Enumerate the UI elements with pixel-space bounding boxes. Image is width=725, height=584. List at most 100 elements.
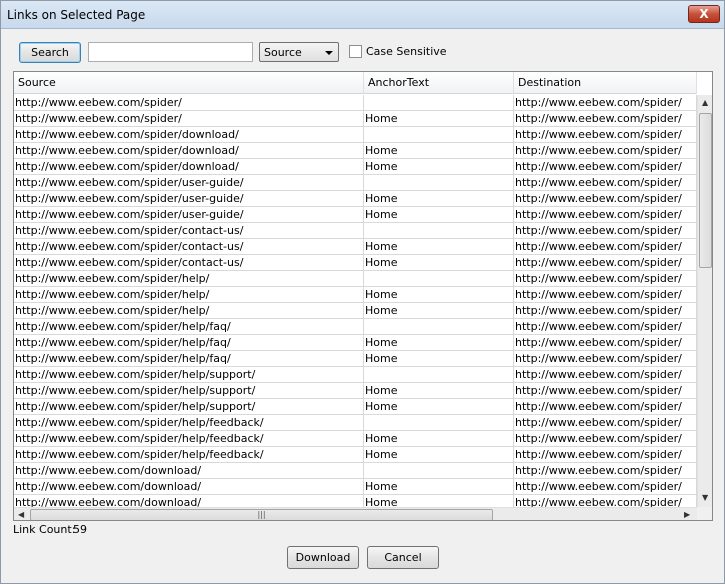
horizontal-scrollbar[interactable]: ◀ ||| ▶ bbox=[14, 507, 697, 520]
source-cell: http://www.eebew.com/spider/help/ bbox=[14, 287, 364, 303]
source-cell: http://www.eebew.com/spider/download/ bbox=[14, 127, 364, 143]
destination-cell: http://www.eebew.com/spider/ bbox=[514, 447, 697, 463]
anchortext-cell: Home bbox=[364, 143, 514, 159]
destination-cell: http://www.eebew.com/spider/ bbox=[514, 191, 697, 207]
destination-cell: http://www.eebew.com/spider/ bbox=[514, 351, 697, 367]
destination-cell: http://www.eebew.com/spider/ bbox=[514, 479, 697, 495]
source-cell: http://www.eebew.com/spider/help/faq/ bbox=[14, 335, 364, 351]
anchortext-cell bbox=[364, 271, 514, 287]
table-row[interactable]: http://www.eebew.com/spider/http://www.e… bbox=[14, 95, 697, 111]
case-sensitive-label: Case Sensitive bbox=[366, 45, 447, 58]
destination-cell: http://www.eebew.com/spider/ bbox=[514, 95, 697, 111]
case-sensitive-checkbox[interactable] bbox=[349, 45, 362, 58]
vertical-scrollbar[interactable]: ▲ ▼ bbox=[697, 95, 712, 507]
table-row[interactable]: http://www.eebew.com/spider/help/support… bbox=[14, 367, 697, 383]
anchortext-cell bbox=[364, 127, 514, 143]
destination-cell: http://www.eebew.com/spider/ bbox=[514, 431, 697, 447]
link-count-value: 59 bbox=[73, 523, 87, 536]
destination-cell: http://www.eebew.com/spider/ bbox=[514, 335, 697, 351]
destination-cell: http://www.eebew.com/spider/ bbox=[514, 159, 697, 175]
table-row[interactable]: http://www.eebew.com/spider/help/feedbac… bbox=[14, 415, 697, 431]
anchortext-cell bbox=[364, 319, 514, 335]
destination-cell: http://www.eebew.com/spider/ bbox=[514, 303, 697, 319]
table-row[interactable]: http://www.eebew.com/spider/help/http://… bbox=[14, 271, 697, 287]
destination-cell: http://www.eebew.com/spider/ bbox=[514, 383, 697, 399]
source-cell: http://www.eebew.com/spider/user-guide/ bbox=[14, 191, 364, 207]
table-row[interactable]: http://www.eebew.com/spider/contact-us/H… bbox=[14, 239, 697, 255]
destination-cell: http://www.eebew.com/spider/ bbox=[514, 239, 697, 255]
scroll-down-icon[interactable]: ▼ bbox=[702, 493, 708, 502]
table-row[interactable]: http://www.eebew.com/spider/help/support… bbox=[14, 383, 697, 399]
table-row[interactable]: http://www.eebew.com/spider/help/faq/Hom… bbox=[14, 335, 697, 351]
table-row[interactable]: http://www.eebew.com/download/http://www… bbox=[14, 463, 697, 479]
destination-cell: http://www.eebew.com/spider/ bbox=[514, 271, 697, 287]
scroll-left-icon[interactable]: ◀ bbox=[18, 510, 24, 519]
source-cell: http://www.eebew.com/download/ bbox=[14, 479, 364, 495]
anchortext-cell: Home bbox=[364, 111, 514, 127]
table-row[interactable]: http://www.eebew.com/spider/help/feedbac… bbox=[14, 431, 697, 447]
source-cell: http://www.eebew.com/spider/help/faq/ bbox=[14, 319, 364, 335]
source-cell: http://www.eebew.com/spider/user-guide/ bbox=[14, 207, 364, 223]
table-row[interactable]: http://www.eebew.com/spider/user-guide/H… bbox=[14, 207, 697, 223]
links-table[interactable]: Source AnchorText Destination http://www… bbox=[13, 71, 713, 521]
table-row[interactable]: http://www.eebew.com/spider/help/Home htt… bbox=[14, 303, 697, 319]
table-row[interactable]: http://www.eebew.com/spider/user-guide/h… bbox=[14, 175, 697, 191]
source-cell: http://www.eebew.com/download/ bbox=[14, 463, 364, 479]
table-row[interactable]: http://www.eebew.com/spider/help/faq/Hom… bbox=[14, 351, 697, 367]
vertical-scroll-thumb[interactable] bbox=[699, 113, 712, 268]
anchortext-cell bbox=[364, 223, 514, 239]
destination-cell: http://www.eebew.com/spider/ bbox=[514, 463, 697, 479]
table-row[interactable]: http://www.eebew.com/spider/download/htt… bbox=[14, 127, 697, 143]
table-row[interactable]: http://www.eebew.com/download/Home http:/… bbox=[14, 495, 697, 507]
table-header: Source AnchorText Destination bbox=[14, 72, 697, 94]
table-row[interactable]: http://www.eebew.com/spider/help/Home htt… bbox=[14, 287, 697, 303]
table-row[interactable]: http://www.eebew.com/spider/contact-us/h… bbox=[14, 223, 697, 239]
link-count-label: Link Count: bbox=[13, 523, 76, 536]
destination-cell: http://www.eebew.com/spider/ bbox=[514, 495, 697, 507]
search-button[interactable]: Search bbox=[19, 42, 81, 63]
scroll-right-icon[interactable]: ▶ bbox=[684, 510, 690, 519]
destination-cell: http://www.eebew.com/spider/ bbox=[514, 367, 697, 383]
anchortext-cell bbox=[364, 415, 514, 431]
column-header-destination[interactable]: Destination bbox=[514, 72, 697, 94]
field-select[interactable]: Source bbox=[259, 42, 339, 62]
destination-cell: http://www.eebew.com/spider/ bbox=[514, 207, 697, 223]
source-cell: http://www.eebew.com/spider/contact-us/ bbox=[14, 239, 364, 255]
scroll-up-icon[interactable]: ▲ bbox=[702, 98, 708, 107]
table-row[interactable]: http://www.eebew.com/spider/help/support… bbox=[14, 399, 697, 415]
source-cell: http://www.eebew.com/spider/help/ bbox=[14, 303, 364, 319]
destination-cell: http://www.eebew.com/spider/ bbox=[514, 255, 697, 271]
source-cell: http://www.eebew.com/spider/contact-us/ bbox=[14, 255, 364, 271]
anchortext-cell: Home bbox=[364, 495, 514, 507]
search-input[interactable] bbox=[88, 42, 253, 62]
destination-cell: http://www.eebew.com/spider/ bbox=[514, 399, 697, 415]
source-cell: http://www.eebew.com/spider/help/faq/ bbox=[14, 351, 364, 367]
download-button[interactable]: Download bbox=[287, 546, 359, 569]
source-cell: http://www.eebew.com/spider/help/ bbox=[14, 271, 364, 287]
cancel-button[interactable]: Cancel bbox=[367, 546, 439, 569]
source-cell: http://www.eebew.com/spider/download/ bbox=[14, 143, 364, 159]
table-row[interactable]: http://www.eebew.com/spider/user-guide/H… bbox=[14, 191, 697, 207]
table-row[interactable]: http://www.eebew.com/download/Home http:/… bbox=[14, 479, 697, 495]
source-cell: http://www.eebew.com/spider/ bbox=[14, 111, 364, 127]
anchortext-cell: Home bbox=[364, 207, 514, 223]
source-cell: http://www.eebew.com/spider/help/support… bbox=[14, 383, 364, 399]
close-button[interactable]: X bbox=[688, 5, 720, 23]
anchortext-cell: Home bbox=[364, 399, 514, 415]
table-row[interactable]: http://www.eebew.com/spider/help/faq/htt… bbox=[14, 319, 697, 335]
anchortext-cell: Home bbox=[364, 255, 514, 271]
anchortext-cell bbox=[364, 367, 514, 383]
table-row[interactable]: http://www.eebew.com/spider/help/feedbac… bbox=[14, 447, 697, 463]
table-row[interactable]: http://www.eebew.com/spider/download/Hom… bbox=[14, 159, 697, 175]
column-header-source[interactable]: Source bbox=[14, 72, 364, 94]
anchortext-cell: Home bbox=[364, 335, 514, 351]
source-cell: http://www.eebew.com/spider/ bbox=[14, 95, 364, 111]
anchortext-cell: Home bbox=[364, 479, 514, 495]
table-row[interactable]: http://www.eebew.com/spider/Home http://w… bbox=[14, 111, 697, 127]
table-row[interactable]: http://www.eebew.com/spider/contact-us/H… bbox=[14, 255, 697, 271]
horizontal-scroll-thumb[interactable]: ||| bbox=[30, 509, 493, 520]
source-cell: http://www.eebew.com/spider/download/ bbox=[14, 159, 364, 175]
table-row[interactable]: http://www.eebew.com/spider/download/Hom… bbox=[14, 143, 697, 159]
links-dialog: Links on Selected Page X Search Source C… bbox=[0, 0, 725, 584]
column-header-anchortext[interactable]: AnchorText bbox=[364, 72, 514, 94]
